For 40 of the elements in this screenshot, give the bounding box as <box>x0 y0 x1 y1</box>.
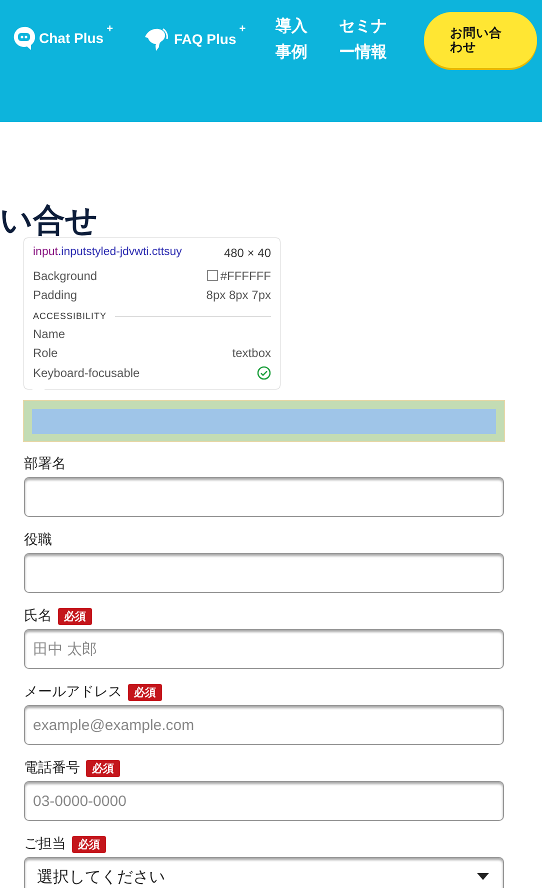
property-label: Background <box>33 268 98 283</box>
nav-link[interactable]: 導入事例 <box>276 14 311 66</box>
required-badge: 必須 <box>86 760 120 776</box>
caret-down-icon <box>477 873 489 881</box>
logo-text[interactable]: FAQ Plus <box>174 31 236 47</box>
input-field[interactable]: 03-0000-0000 <box>24 781 504 821</box>
required-badge: 必須 <box>72 836 106 852</box>
field-label: メールアドレス <box>24 683 122 701</box>
required-badge: 必須 <box>58 608 92 624</box>
property-value: #FFFFFF <box>220 268 271 283</box>
property-value: 8px 8px 7px <box>206 288 271 302</box>
logo-text[interactable]: Chat Plus <box>39 30 104 46</box>
field-label: ご担当 <box>24 835 66 853</box>
required-badge: 必須 <box>128 684 162 700</box>
input-field[interactable] <box>24 553 504 593</box>
field-label: 部署名 <box>24 455 66 473</box>
property-label: Keyboard-focusable <box>33 366 140 380</box>
plus-mark: + <box>106 23 114 35</box>
field-label: 電話番号 <box>24 759 80 777</box>
property-value: textbox <box>232 346 271 360</box>
element-size: 480 × 40 <box>224 246 271 260</box>
color-swatch <box>207 270 218 282</box>
select-dropdown[interactable]: 選択してください <box>24 857 504 888</box>
property-label: Role <box>33 346 58 360</box>
chat-bubble-icon <box>12 25 36 51</box>
plus-mark: + <box>239 23 246 35</box>
element-selector: input.inputstyled-jdvwti.cttsuy <box>33 246 182 260</box>
input-field[interactable]: 田中 太郎 <box>24 629 504 669</box>
input-field[interactable] <box>24 401 504 441</box>
nav-link[interactable]: セミナー情報 <box>338 14 390 66</box>
property-label: Name <box>33 326 66 341</box>
section-heading: ACCESSIBILITY <box>33 311 107 321</box>
check-circle-icon <box>257 366 271 380</box>
page-title: い合せ <box>0 204 99 236</box>
field-label: 役職 <box>24 531 52 549</box>
input-field[interactable]: example@example.com <box>24 705 504 745</box>
field-label: 氏名 <box>24 607 52 625</box>
property-label: Padding <box>33 288 78 302</box>
contact-button[interactable]: お問い合わせ <box>424 12 538 68</box>
input-field[interactable] <box>24 477 504 517</box>
